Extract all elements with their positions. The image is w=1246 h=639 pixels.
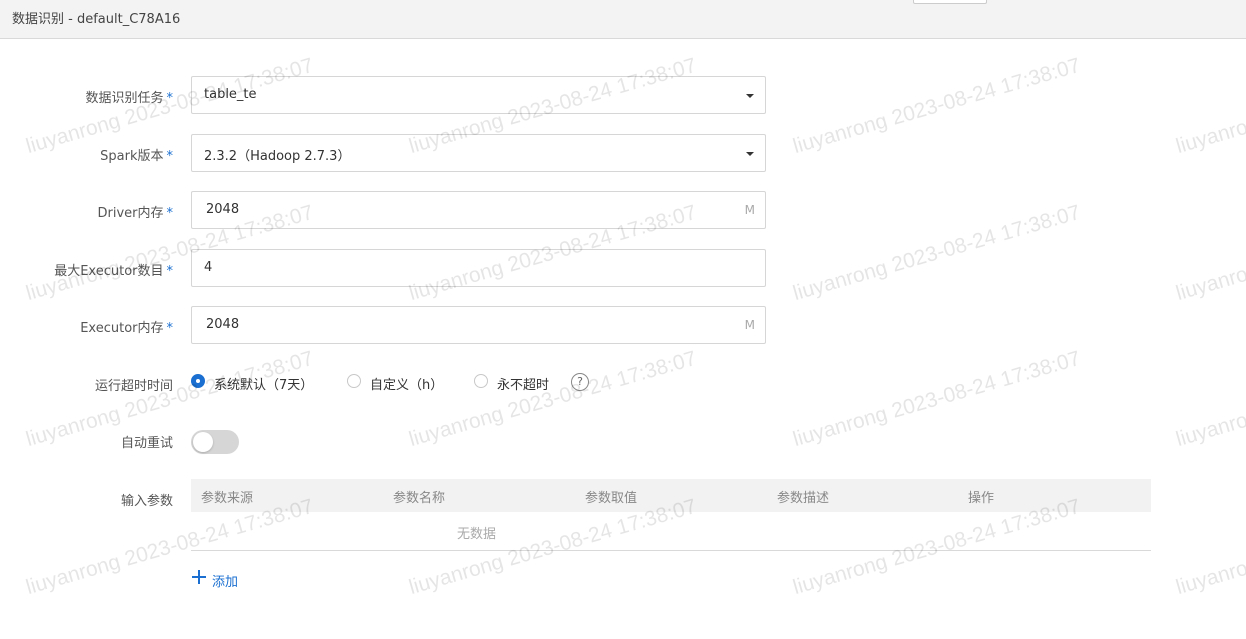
radio-unchecked-icon [474,374,488,388]
caret-down-icon [746,152,754,156]
window-title: 数据识别 - default_C78A16 [12,12,181,27]
spark-version-label: Spark版本 * [100,149,174,164]
empty-state-text: 无数据 [457,527,497,542]
auto-retry-label: 自动重试 [120,436,173,451]
task-select-value: table_te [204,87,257,102]
executor-memory-value: 2048 [206,317,240,332]
unit-suffix: M [744,318,755,332]
params-table: 参数来源 参数名称 参数取值 参数描述 操作 [191,479,1151,551]
required-mark: * [166,321,174,336]
spark-version-select[interactable]: 2.3.2（Hadoop 2.7.3） [191,134,766,172]
required-mark: * [166,149,174,164]
radio-unchecked-icon [347,374,361,388]
radio-checked-icon [191,374,205,388]
driver-memory-input[interactable]: 2048 M [191,191,766,229]
column-header-actions: 操作 [968,491,995,506]
task-label: 数据识别任务 * [85,91,174,106]
params-table-header: 参数来源 参数名称 参数取值 参数描述 操作 [191,479,1151,512]
column-header-value: 参数取值 [585,491,638,506]
input-params-label: 输入参数 [120,494,173,509]
column-header-description: 参数描述 [777,491,830,506]
watermark: liuyanrong 2023-08-24 17:38:07 [1173,347,1246,452]
required-mark: * [166,91,174,106]
required-mark: * [166,264,174,279]
auto-retry-toggle[interactable] [191,430,239,454]
max-executors-input[interactable]: 4 [191,249,766,287]
executor-memory-label: Executor内存 * [80,321,174,336]
help-icon[interactable]: ? [571,373,589,391]
unit-suffix: M [744,203,755,217]
max-executors-value: 4 [204,260,213,275]
watermark: liuyanrong 2023-08-24 17:38:07 [790,53,1083,159]
column-header-source: 参数来源 [201,491,254,506]
plus-icon [191,569,207,585]
caret-down-icon [746,94,754,98]
max-executors-label: 最大Executor数目 * [54,264,174,279]
column-header-name: 参数名称 [393,491,446,506]
required-mark: * [166,206,174,221]
watermark: liuyanrong 2023-08-24 17:38:07 [406,346,699,452]
watermark: liuyanrong 2023-08-24 17:38:07 [790,200,1083,306]
header-button[interactable] [913,0,987,4]
window-header: 数据识别 - default_C78A16 [0,0,1246,39]
executor-memory-input[interactable]: 2048 M [191,306,766,344]
driver-memory-value: 2048 [206,202,240,217]
watermark: liuyanrong 2023-08-24 17:38:07 [1173,495,1246,600]
task-select[interactable]: table_te [191,76,766,114]
spark-version-value: 2.3.2（Hadoop 2.7.3） [204,149,351,164]
timeout-label: 运行超时时间 [94,379,173,394]
watermark: liuyanrong 2023-08-24 17:38:07 [1173,201,1246,306]
driver-memory-label: Driver内存 * [97,206,174,221]
params-table-body [191,512,1151,551]
watermark: liuyanrong 2023-08-24 17:38:07 [790,346,1083,452]
watermark: liuyanrong 2023-08-24 17:38:07 [1173,54,1246,159]
toggle-knob [193,432,213,452]
